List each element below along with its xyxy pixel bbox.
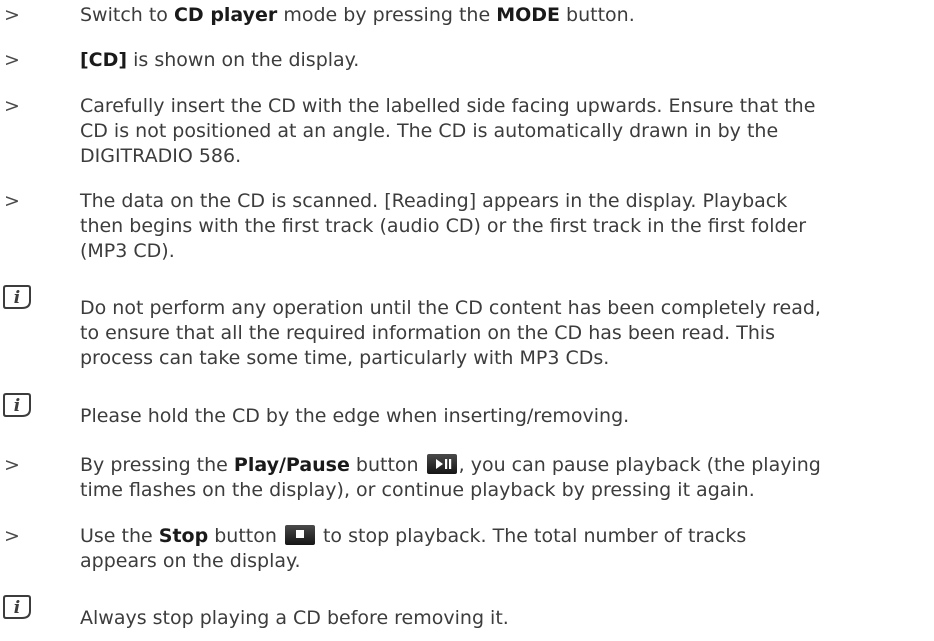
svg-text:i: i — [14, 288, 20, 308]
step-marker: > — [4, 49, 20, 71]
step-text: Switch to CD player mode by pressing the… — [80, 4, 635, 26]
step-text: By pressing the Play/Pause button , you … — [80, 454, 821, 501]
info-icon: i — [3, 595, 31, 619]
stop-button-icon — [284, 525, 315, 545]
step-text: Use the Stop button to stop playback. Th… — [80, 525, 747, 572]
step-text: The data on the CD is scanned. [Reading]… — [80, 190, 807, 262]
step-marker: > — [4, 95, 20, 117]
info-icon: i — [3, 285, 31, 309]
info-icon: i — [3, 393, 31, 417]
step-marker: > — [4, 190, 20, 212]
step-marker: > — [4, 454, 20, 476]
step-marker: > — [4, 4, 20, 26]
svg-text:i: i — [14, 396, 20, 416]
play-pause-button-icon — [426, 454, 457, 474]
step-text: [CD] is shown on the display. — [80, 49, 360, 71]
note-text: Always stop playing a CD before removing… — [80, 607, 509, 629]
note-text: Do not perform any operation until the C… — [80, 297, 821, 369]
step-marker: > — [4, 525, 20, 547]
note-text: Please hold the CD by the edge when inse… — [80, 405, 630, 427]
step-text: Carefully insert the CD with the labelle… — [80, 95, 816, 167]
svg-text:i: i — [14, 598, 20, 618]
manual-page: > Switch to CD player mode by pressing t… — [0, 0, 934, 641]
